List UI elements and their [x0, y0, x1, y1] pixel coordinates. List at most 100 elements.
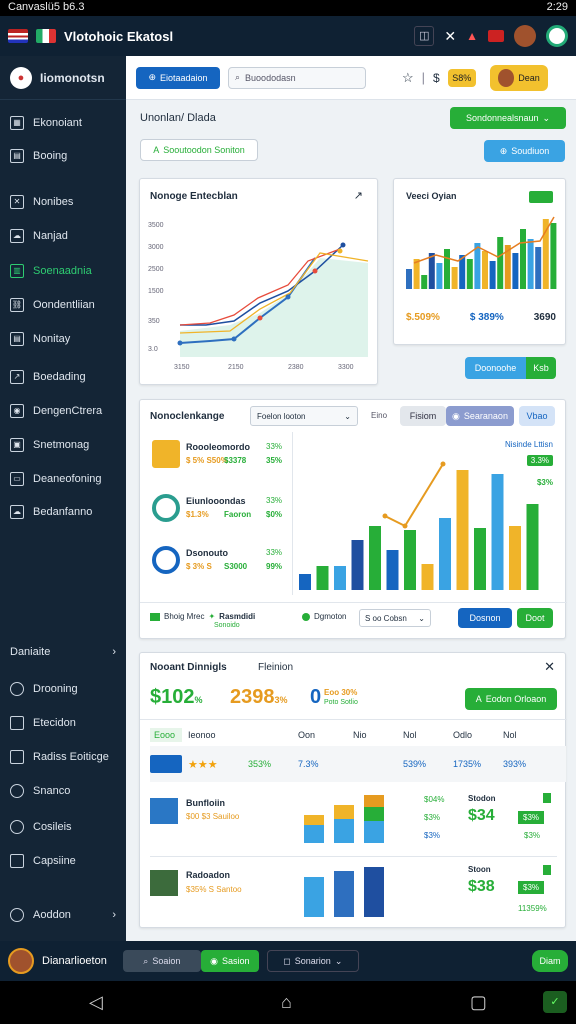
sidebar-section-daniaite[interactable]: Daniaite › [0, 637, 126, 667]
primary-button[interactable]: ⊕ Eiotaadaion [136, 66, 220, 89]
action-dropdown-button[interactable]: Sondonnealsnaun ⌄ [450, 107, 566, 129]
big-value: $34 [468, 807, 495, 824]
bar [421, 275, 428, 289]
action-button-label: Sondonnealsnaun [465, 113, 539, 123]
stat-3: 0 [310, 686, 322, 708]
sidebar-brand[interactable]: ● Iiomonotsn [0, 56, 126, 100]
sidebar-item-label: Aoddon [33, 909, 71, 921]
segment-b[interactable]: Ksb [526, 357, 556, 379]
share-icon: ↗ [10, 370, 24, 384]
search-placeholder: Buoododasn [245, 72, 296, 83]
window-icon[interactable]: ◫ [414, 26, 435, 46]
clock-icon [10, 682, 24, 696]
sidebar-item[interactable]: ✕ Nonibes [0, 187, 126, 217]
link-icon: ⛓ [10, 298, 24, 312]
layers-icon [10, 854, 24, 868]
brand-name: Iiomonotsn [40, 70, 105, 85]
chevron-right-icon: › [112, 646, 116, 658]
bottom-select[interactable]: ◻ Sonarion ⌄ [266, 950, 359, 972]
sidebar-item[interactable]: ▭ Deaneofoning [0, 464, 126, 494]
back-icon[interactable]: ◁ [89, 992, 103, 1013]
recents-icon[interactable]: ▢ [470, 992, 487, 1013]
search-icon: ⌕ [143, 955, 149, 966]
segment-a[interactable]: Doonoohe [465, 357, 526, 379]
close-icon[interactable]: ✕ [544, 659, 555, 675]
item-sub: $ 5% S50% [186, 456, 228, 465]
toggle-button[interactable]: ◉ Searanaon [446, 406, 514, 426]
filter-label: Eino [371, 411, 388, 420]
bottom-button-3[interactable]: Diam [532, 950, 568, 972]
radio-icon: ◉ [452, 410, 460, 421]
sidebar-item[interactable]: ◉ DengenCtrera [0, 396, 126, 426]
flag-icon [150, 612, 160, 621]
sidebar-item[interactable]: ▦ Ekonoiant [0, 108, 126, 138]
sidebar-item[interactable]: ▥ Soenaadnia [0, 256, 126, 286]
sidebar-sub-item[interactable]: Capsiine [0, 846, 126, 876]
bar-segment [334, 871, 354, 917]
search-input[interactable]: ⌕ Buoododasn [228, 66, 366, 89]
item-pct-2: 35% [266, 456, 283, 465]
report-card: Nooant Dinnigls Fleinion ✕ $102% 23983% … [139, 652, 567, 928]
card-button[interactable]: A Eodon Orloaon [465, 688, 557, 710]
user-avatar[interactable] [8, 948, 34, 974]
sidebar-item[interactable]: ⛓ Oondentliian [0, 290, 126, 320]
card-title: Nonoge Entecblan [150, 191, 238, 202]
check-icon: ◉ [210, 955, 218, 966]
item-logo-icon [152, 494, 180, 522]
mail-icon[interactable] [488, 30, 504, 42]
home-icon[interactable]: ⌂ [281, 992, 292, 1013]
filter-chip[interactable]: A Sooutoodon Soniton [140, 139, 258, 161]
sidebar-item[interactable]: ☁ Bedanfanno [0, 497, 126, 527]
cell: $04% [424, 795, 445, 804]
bottom-button-2[interactable]: ◉ Sasion [200, 950, 259, 972]
sidebar-item-label: Deaneofoning [33, 473, 102, 485]
bar [512, 253, 519, 289]
sidebar-item[interactable]: ↗ Boedading [0, 362, 126, 392]
sidebar-sub-item[interactable]: Snanco [0, 776, 126, 806]
stat-value: $ 389% [469, 312, 504, 323]
sidebar-item-addon[interactable]: Aoddon › [0, 900, 126, 930]
data-point [337, 248, 343, 254]
sidebar-sub-item[interactable]: Radiss Eoiticge [0, 742, 126, 772]
data-point [257, 315, 263, 321]
view-button[interactable]: Vbao [519, 406, 555, 426]
pin-icon[interactable]: ✕ [444, 28, 456, 45]
stat-1-value: $102 [150, 686, 195, 708]
sidebar-sub-item[interactable]: Cosileis [0, 812, 126, 842]
footer-select[interactable]: S oo Cobsn ⌄ [359, 609, 431, 627]
footer-button-2[interactable]: Doot [517, 608, 553, 628]
box-icon: ◻ [283, 955, 291, 966]
cell: $3% [424, 813, 441, 822]
sidebar-item[interactable]: ▣ Snetmonag [0, 430, 126, 460]
filter-button[interactable]: Fisiom [400, 406, 446, 426]
app-shortcut-icon[interactable]: ✓ [543, 991, 567, 1013]
sidebar-item[interactable]: ☁ Nanjad [0, 221, 126, 251]
dropdown[interactable]: Foelon looton ⌄ [250, 406, 358, 426]
sidebar-sub-item[interactable]: Etecidon [0, 708, 126, 738]
data-point [402, 523, 408, 529]
item-value: $3378 [224, 456, 247, 465]
score-badge[interactable]: S8% [447, 68, 476, 87]
profile-button[interactable]: Dean [489, 64, 548, 91]
lock-icon[interactable]: ▲ [466, 29, 478, 43]
x-tick-label: 2150 [228, 364, 244, 371]
bar [316, 566, 329, 590]
bar [526, 504, 539, 590]
secondary-button[interactable]: ⊕ Soudiuon [484, 140, 565, 162]
pin-icon[interactable]: ☆ [402, 70, 414, 86]
user-avatar[interactable] [514, 25, 536, 47]
line-chart: 3500 3000 2500 1500 350 3.0 3150 2150 2380 3300 [148, 222, 369, 371]
chart-icon: ▥ [10, 264, 24, 278]
sidebar-item[interactable]: ▤ Nonitay [0, 324, 126, 354]
app-logo-icon[interactable] [546, 25, 568, 47]
chevron-right-icon: › [112, 909, 116, 921]
table-row[interactable]: ★★★ 353% 7.3% 539% 1735% 393% [150, 746, 566, 782]
expand-icon[interactable]: ↗ [354, 189, 363, 202]
currency-icon[interactable]: $ [433, 71, 440, 85]
bottom-button-1[interactable]: ⌕ Soaion [122, 950, 201, 972]
sidebar-sub-item[interactable]: Drooning [0, 674, 126, 704]
footer-button-1[interactable]: Dosnon [458, 608, 512, 628]
sidebar-item[interactable]: ▤ Booing [0, 141, 126, 171]
cell: 353% [248, 759, 272, 769]
y-tick-label: 3.0 [148, 346, 158, 353]
